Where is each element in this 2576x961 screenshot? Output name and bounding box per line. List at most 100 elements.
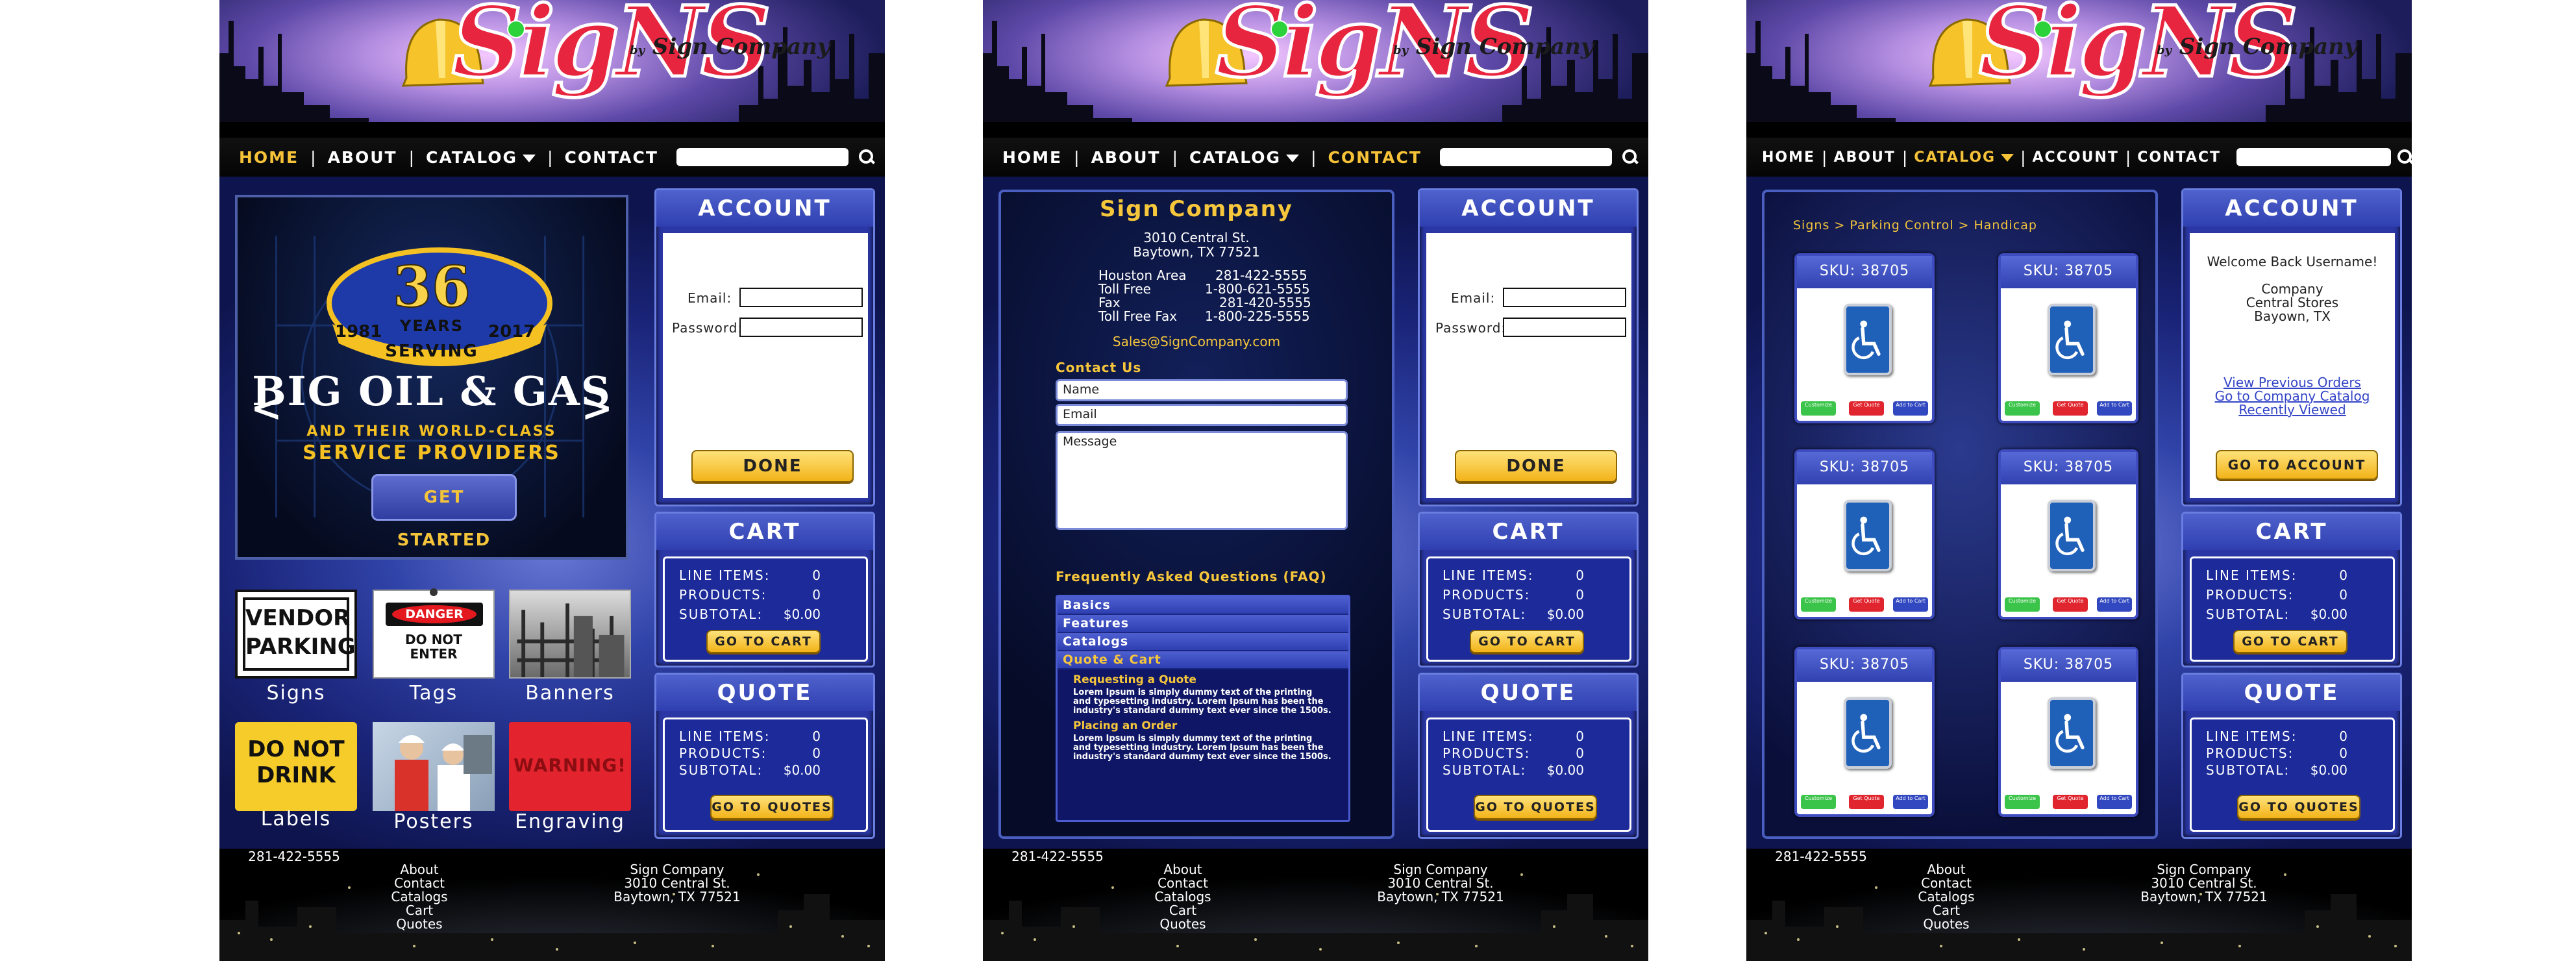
contact-email-link[interactable]: Sales@SignCompany.com (1001, 335, 1392, 349)
customize-button[interactable]: Customize (2005, 597, 2040, 612)
category-banners-tile[interactable] (509, 590, 631, 679)
faq-item-quote-cart[interactable]: Quote & Cart (1058, 651, 1348, 669)
site-footer: About Contact Catalogs Cart Quotes Sign … (983, 849, 1648, 961)
customize-button[interactable]: Customize (1801, 795, 1836, 809)
logo-company-text: Sign Company (652, 34, 830, 60)
quote-subtotal-value: $0.00 (2310, 762, 2347, 778)
done-button[interactable]: DONE (1455, 450, 1617, 482)
add-to-cart-button[interactable]: Add to Cart (2097, 597, 2132, 612)
search-input[interactable] (1439, 148, 1612, 166)
nav-catalog[interactable]: CATALOG (426, 148, 536, 167)
recently-viewed-link[interactable]: Recently Viewed (2190, 403, 2395, 417)
nav-account[interactable]: ACCOUNT (2033, 149, 2119, 166)
go-to-cart-button[interactable]: GO TO CART (2233, 630, 2347, 653)
category-signs-tile[interactable]: VENDOR PARKING (235, 590, 357, 679)
nav-about[interactable]: ABOUT (328, 148, 397, 167)
contact-message-field[interactable]: Message (1056, 431, 1348, 530)
category-signs-label[interactable]: Signs (231, 682, 361, 705)
go-to-cart-button[interactable]: GO TO CART (1470, 630, 1584, 653)
cart-line-items-value: 0 (2339, 568, 2347, 583)
customize-button[interactable]: Customize (1801, 597, 1836, 612)
nav-about[interactable]: ABOUT (1091, 148, 1161, 167)
search-icon[interactable] (858, 149, 874, 165)
footer-links[interactable]: About Contact Catalogs Cart Quotes (367, 863, 471, 931)
go-to-cart-button[interactable]: GO TO CART (706, 630, 821, 653)
category-engraving-tile[interactable]: WARNING! (509, 722, 631, 811)
search-input[interactable] (2236, 148, 2392, 166)
product-card[interactable]: SKU: 38705 Customize Get Quote Add to Ca… (1794, 253, 1935, 423)
get-quote-button[interactable]: Get Quote (2053, 795, 2088, 809)
category-tags-tile[interactable]: DANGER DO NOT ENTER (373, 588, 495, 679)
footer-links[interactable]: About Contact Catalogs Cart Quotes (1131, 863, 1235, 931)
nav-home[interactable]: HOME (239, 148, 299, 167)
contact-name-field[interactable]: Name (1056, 379, 1348, 401)
catalog-page: SigNS by Sign Company HOME | ABOUT | CAT… (1746, 0, 2412, 961)
product-card[interactable]: SKU: 38705 Customize Get Quote Add to Ca… (1998, 647, 2138, 817)
email-field[interactable] (1503, 288, 1626, 307)
customize-button[interactable]: Customize (1801, 401, 1836, 416)
nav-catalog[interactable]: CATALOG (1914, 149, 2014, 166)
product-card[interactable]: SKU: 38705 Customize Get Quote Add to Ca… (1998, 449, 2138, 619)
sku-label: SKU: 38705 (2001, 256, 2136, 288)
nav-contact[interactable]: CONTACT (565, 148, 658, 167)
view-previous-orders-link[interactable]: View Previous Orders (2190, 376, 2395, 390)
get-quote-button[interactable]: Get Quote (2053, 401, 2088, 416)
go-to-quotes-button[interactable]: GO TO QUOTES (710, 795, 834, 819)
go-to-quotes-button[interactable]: GO TO QUOTES (1474, 795, 1597, 819)
get-quote-button[interactable]: Get Quote (1849, 795, 1884, 809)
customize-button[interactable]: Customize (2005, 401, 2040, 416)
category-posters-tile[interactable] (373, 722, 495, 811)
add-to-cart-button[interactable]: Add to Cart (1893, 401, 1928, 416)
category-labels-label[interactable]: Labels (231, 808, 361, 830)
nav-contact[interactable]: CONTACT (1328, 148, 1422, 167)
customize-button[interactable]: Customize (2005, 795, 2040, 809)
get-quote-button[interactable]: Get Quote (1849, 597, 1884, 612)
category-labels-tile[interactable]: DO NOT DRINK (235, 722, 357, 811)
search-icon[interactable] (1622, 149, 1638, 165)
get-started-button[interactable]: GET STARTED (371, 474, 517, 550)
faq-item-catalogs[interactable]: Catalogs (1058, 633, 1348, 651)
add-to-cart-button[interactable]: Add to Cart (2097, 795, 2132, 809)
nav-home[interactable]: HOME (1002, 148, 1062, 167)
city-lights-background (983, 873, 1648, 961)
get-quote-button[interactable]: Get Quote (2053, 597, 2088, 612)
nav-home[interactable]: HOME (1762, 149, 1815, 166)
password-field[interactable] (739, 318, 863, 337)
nav-about[interactable]: ABOUT (1833, 149, 1895, 166)
password-field[interactable] (1503, 318, 1626, 337)
footer-links[interactable]: About Contact Catalogs Cart Quotes (1894, 863, 1998, 931)
breadcrumb[interactable]: Signs > Parking Control > Handicap (1793, 218, 2037, 232)
product-card[interactable]: SKU: 38705 Customize Get Quote Add to Ca… (1794, 449, 1935, 619)
add-to-cart-button[interactable]: Add to Cart (1893, 795, 1928, 809)
main-nav: HOME | ABOUT | CATALOG | CONTACT (983, 138, 1648, 177)
product-card[interactable]: SKU: 38705 Customize Get Quote Add to Ca… (1998, 253, 2138, 423)
company-catalog-link[interactable]: Go to Company Catalog (2190, 390, 2395, 403)
category-engraving-label[interactable]: Engraving (505, 810, 635, 833)
faq-accordion: Basics Features Catalogs Quote & Cart Re… (1056, 595, 1350, 822)
phone-number-tollfree-fax: 1-800-225-5555 (1205, 308, 1310, 324)
category-tags-label[interactable]: Tags (369, 682, 499, 705)
product-card[interactable]: SKU: 38705 Customize Get Quote Add to Ca… (1794, 647, 1935, 817)
contact-email-field[interactable]: Email (1056, 404, 1348, 426)
logo-dot-icon (2034, 20, 2052, 38)
nav-separator: | (408, 147, 415, 167)
add-to-cart-button[interactable]: Add to Cart (2097, 401, 2132, 416)
get-quote-button[interactable]: Get Quote (1849, 401, 1884, 416)
email-field[interactable] (739, 288, 863, 307)
category-posters-label[interactable]: Posters (369, 810, 499, 833)
nav-contact[interactable]: CONTACT (2137, 149, 2221, 166)
done-button[interactable]: DONE (691, 450, 854, 482)
category-banners-label[interactable]: Banners (505, 682, 635, 705)
faq-item-features[interactable]: Features (1058, 615, 1348, 633)
contact-company-name: Sign Company (1100, 196, 1293, 222)
search-icon[interactable] (2397, 149, 2412, 165)
go-to-quotes-button[interactable]: GO TO QUOTES (2237, 795, 2360, 819)
handicap-sign-image (1844, 500, 1892, 571)
search-input[interactable] (676, 148, 848, 166)
cart-summary: LINE ITEMS: 0 PRODUCTS: 0 SUBTOTAL: $0.0… (663, 556, 868, 662)
go-to-account-button[interactable]: GO TO ACCOUNT (2216, 450, 2378, 480)
logo-by-text: by (2157, 44, 2172, 57)
nav-catalog[interactable]: CATALOG (1189, 148, 1300, 167)
faq-item-basics[interactable]: Basics (1058, 597, 1348, 615)
add-to-cart-button[interactable]: Add to Cart (1893, 597, 1928, 612)
